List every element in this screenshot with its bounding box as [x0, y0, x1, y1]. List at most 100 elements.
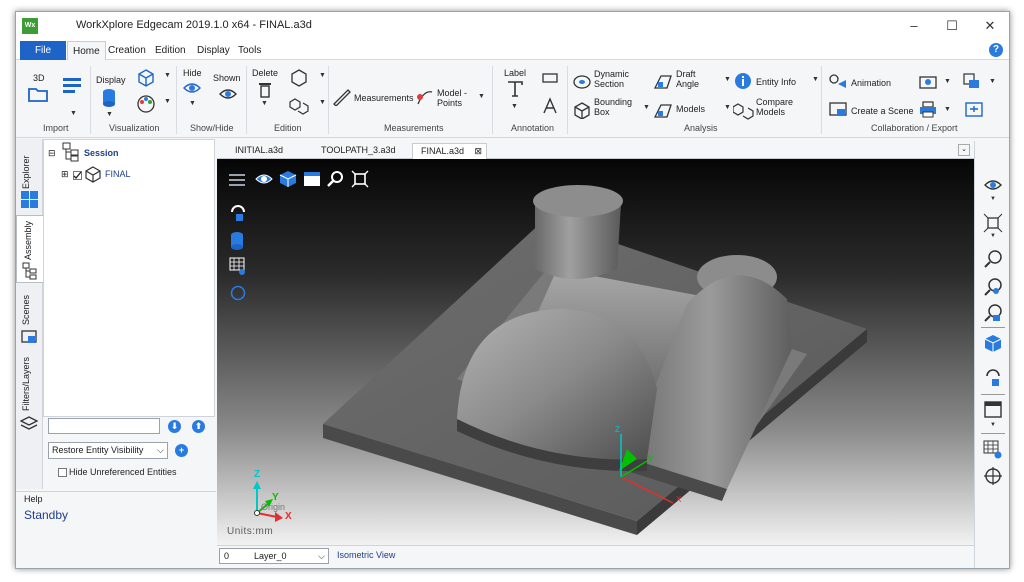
tab-list-dropdown-icon[interactable]: ⌄: [958, 144, 970, 156]
delete-dropdown-icon[interactable]: ▼: [261, 100, 268, 107]
bounding-box-icon[interactable]: [572, 101, 592, 119]
dynamic-section-label-1[interactable]: Dynamic: [594, 69, 629, 79]
layer-select[interactable]: 0 Layer_0 ⌵: [219, 548, 329, 564]
file-tab[interactable]: File: [20, 41, 66, 60]
3d-viewport[interactable]: X Y Z Z Y X Origin Units:mm: [217, 159, 974, 545]
annotation-a-icon[interactable]: [540, 96, 560, 116]
create-scene-label[interactable]: Create a Scene: [851, 106, 914, 116]
zoom-icon[interactable]: [983, 249, 1003, 269]
label-dropdown-icon[interactable]: ▼: [511, 103, 518, 110]
model-points-label-2[interactable]: Points: [437, 98, 462, 108]
doc-tab-toolpath[interactable]: TOOLPATH_3.a3d: [313, 143, 404, 159]
entity-info-icon[interactable]: [734, 72, 752, 90]
print-icon[interactable]: [918, 100, 938, 118]
view-eye-icon[interactable]: [983, 175, 1003, 195]
doc-tab-final[interactable]: FINAL.a3d ⊠: [412, 143, 488, 159]
edit-cubes-icon[interactable]: [289, 95, 309, 115]
model-points-label-1[interactable]: Model -: [437, 88, 467, 98]
vtab-filters-layers[interactable]: Filters/Layers: [16, 355, 43, 439]
label-text-icon[interactable]: [505, 79, 525, 99]
export-icon[interactable]: [961, 72, 981, 90]
edit-cube-icon[interactable]: [289, 68, 309, 88]
tab-tools[interactable]: Tools: [233, 41, 266, 60]
draft-angle-label-2[interactable]: Angle: [676, 79, 699, 89]
fit-all-dropdown-icon[interactable]: ▼: [990, 233, 996, 239]
print-dropdown-icon[interactable]: ▼: [944, 106, 951, 113]
rotate-lock-icon[interactable]: [983, 368, 1003, 388]
search-up-button[interactable]: ⬆: [192, 420, 205, 433]
minimize-button[interactable]: –: [896, 15, 932, 37]
shaded-cube-icon[interactable]: [983, 334, 1003, 354]
display-cylinder-icon[interactable]: [101, 88, 117, 108]
animation-icon[interactable]: [828, 72, 848, 90]
palette-icon[interactable]: [136, 94, 156, 114]
3d-model[interactable]: [217, 159, 974, 545]
vtab-assembly[interactable]: Assembly: [16, 215, 43, 283]
add-visibility-button[interactable]: +: [175, 444, 188, 457]
dimension-icon[interactable]: [540, 70, 560, 86]
tree-final-checkbox[interactable]: [73, 171, 82, 180]
dynamic-section-label-2[interactable]: Section: [594, 79, 624, 89]
zoom-previous-icon[interactable]: [983, 303, 1003, 323]
import-list-icon[interactable]: [61, 75, 83, 97]
search-down-button[interactable]: ⬇: [168, 420, 181, 433]
edit-cubes-dropdown-icon[interactable]: ▼: [319, 99, 326, 106]
display-dropdown-icon[interactable]: ▼: [106, 111, 113, 118]
camera-dropdown-icon[interactable]: ▼: [944, 78, 951, 85]
measurements-icon[interactable]: [332, 88, 352, 106]
measurements-label[interactable]: Measurements: [354, 93, 414, 103]
tab-edition[interactable]: Edition: [150, 41, 191, 60]
compare-models-label-1[interactable]: Compare: [756, 97, 793, 107]
delete-trash-icon[interactable]: [257, 80, 273, 98]
view-eye-dropdown-icon[interactable]: ▼: [990, 196, 996, 202]
bounding-box-label-2[interactable]: Box: [594, 107, 610, 117]
view-cube-icon[interactable]: [136, 68, 156, 88]
draft-angle-dropdown-icon[interactable]: ▼: [724, 76, 731, 83]
window-view-icon[interactable]: [983, 400, 1003, 420]
tab-display[interactable]: Display: [192, 41, 235, 60]
entity-info-dropdown-icon[interactable]: ▼: [812, 76, 819, 83]
camera-icon[interactable]: [918, 72, 938, 90]
hide-unreferenced-checkbox[interactable]: [58, 468, 67, 477]
help-icon[interactable]: ?: [989, 43, 1003, 57]
crosshair-icon[interactable]: [983, 466, 1003, 486]
window-view-dropdown-icon[interactable]: ▼: [990, 422, 996, 428]
edit-cube-dropdown-icon[interactable]: ▼: [319, 72, 326, 79]
zoom-window-icon[interactable]: [983, 277, 1003, 297]
doc-tab-initial[interactable]: INITIAL.a3d: [227, 143, 291, 159]
export-dropdown-icon[interactable]: ▼: [989, 78, 996, 85]
shown-eye-icon[interactable]: [218, 86, 238, 104]
vtab-explorer[interactable]: Explorer: [16, 141, 43, 211]
hide-eye-icon[interactable]: [182, 80, 202, 96]
tab-home[interactable]: Home: [67, 41, 106, 60]
models-icon[interactable]: [652, 100, 674, 120]
animation-label[interactable]: Animation: [851, 78, 891, 88]
export-window-icon[interactable]: [964, 100, 984, 118]
open-folder-icon[interactable]: [27, 85, 49, 103]
grid-eye-icon[interactable]: [983, 440, 1003, 460]
bounding-box-label-1[interactable]: Bounding: [594, 97, 632, 107]
tree-final-label[interactable]: FINAL: [105, 169, 131, 179]
draft-angle-icon[interactable]: [652, 71, 674, 91]
close-tab-icon[interactable]: ⊠: [474, 144, 482, 159]
draft-angle-label-1[interactable]: Draft: [676, 69, 696, 79]
import-dropdown-icon[interactable]: ▼: [70, 110, 77, 117]
hide-dropdown-icon[interactable]: ▼: [189, 100, 196, 107]
models-dropdown-icon[interactable]: ▼: [643, 104, 650, 111]
compare-models-icon[interactable]: [733, 100, 755, 120]
view-cube-dropdown-icon[interactable]: ▼: [164, 72, 171, 79]
models-label[interactable]: Models: [676, 104, 705, 114]
tree-session-expander[interactable]: ⊟: [48, 148, 56, 159]
dynamic-section-icon[interactable]: [572, 73, 592, 91]
model-points-dropdown-icon[interactable]: ▼: [478, 93, 485, 100]
tree-final-expander[interactable]: ⊞: [61, 169, 69, 180]
maximize-button[interactable]: ☐: [934, 15, 970, 37]
palette-dropdown-icon[interactable]: ▼: [164, 98, 171, 105]
close-button[interactable]: ✕: [972, 15, 1008, 37]
vtab-scenes[interactable]: Scenes: [16, 289, 43, 351]
tree-session-label[interactable]: Session: [84, 148, 119, 158]
visibility-select[interactable]: Restore Entity Visibility ⌵: [48, 442, 168, 459]
tree-search-input[interactable]: [48, 418, 160, 434]
entity-info-label[interactable]: Entity Info: [756, 77, 796, 87]
create-scene-icon[interactable]: [828, 100, 848, 118]
